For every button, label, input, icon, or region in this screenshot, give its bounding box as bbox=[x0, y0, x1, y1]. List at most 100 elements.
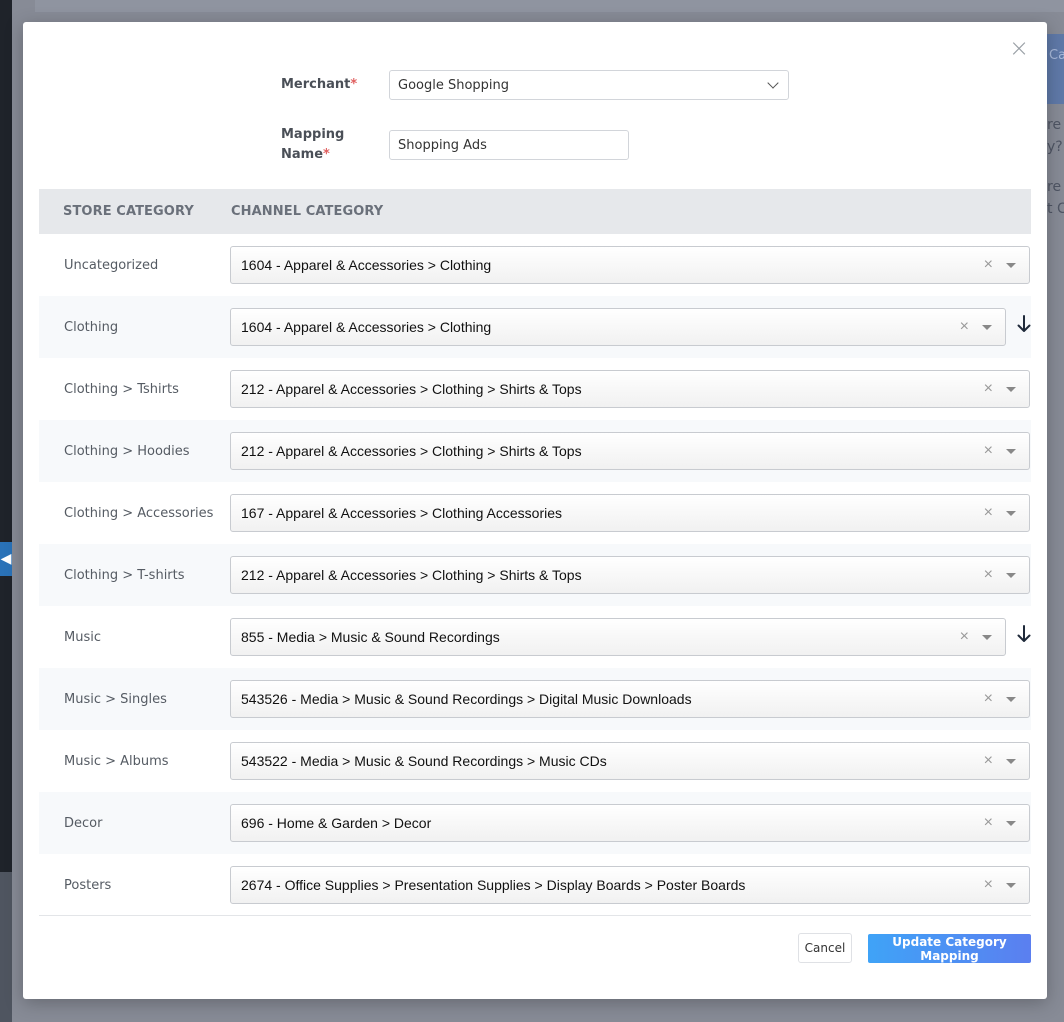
channel-category-select[interactable]: 543522 - Media > Music & Sound Recording… bbox=[230, 742, 1030, 780]
background-text: t C bbox=[1047, 201, 1064, 217]
clear-icon[interactable]: × bbox=[984, 752, 993, 770]
table-row: Clothing > T-shirts 212 - Apparel & Acces… bbox=[39, 544, 1031, 606]
clear-icon[interactable]: × bbox=[984, 814, 993, 832]
arrow-down-icon bbox=[1017, 315, 1031, 332]
caret-down-icon[interactable] bbox=[1006, 511, 1016, 516]
caret-down-icon[interactable] bbox=[1006, 883, 1016, 888]
table-row: Music 855 - Media > Music & Sound Recordi… bbox=[39, 606, 1031, 668]
channel-category-select[interactable]: 167 - Apparel & Accessories > Clothing A… bbox=[230, 494, 1030, 532]
channel-category-select[interactable]: 543526 - Media > Music & Sound Recording… bbox=[230, 680, 1030, 718]
table-row: Uncategorized 1604 - Apparel & Accessorie… bbox=[39, 234, 1031, 296]
footer-divider bbox=[39, 915, 1031, 916]
table-row: Posters 2674 - Office Supplies > Presenta… bbox=[39, 854, 1031, 916]
table-row: Music > Albums 543522 - Media > Music & S… bbox=[39, 730, 1031, 792]
store-category-cell: Clothing > Accessories bbox=[64, 505, 214, 521]
background-sidebar-lower bbox=[0, 872, 12, 1022]
channel-category-select[interactable]: 212 - Apparel & Accessories > Clothing >… bbox=[230, 432, 1030, 470]
channel-category-value: 167 - Apparel & Accessories > Clothing A… bbox=[241, 505, 563, 521]
update-category-mapping-button[interactable]: Update Category Mapping bbox=[868, 934, 1031, 963]
apply-to-children-button[interactable] bbox=[1017, 314, 1031, 334]
channel-category-select[interactable]: 1604 - Apparel & Accessories > Clothing × bbox=[230, 308, 1006, 346]
clear-icon[interactable]: × bbox=[984, 690, 993, 708]
table-row: Clothing 1604 - Apparel & Accessories > C… bbox=[39, 296, 1031, 358]
close-icon: × bbox=[1009, 34, 1030, 62]
table-row: Decor 696 - Home & Garden > Decor × bbox=[39, 792, 1031, 854]
background-topbar bbox=[35, 0, 1064, 12]
clear-icon[interactable]: × bbox=[984, 380, 993, 398]
caret-down-icon[interactable] bbox=[1006, 449, 1016, 454]
caret-down-icon[interactable] bbox=[1006, 263, 1016, 268]
channel-category-value: 212 - Apparel & Accessories > Clothing >… bbox=[241, 567, 582, 583]
channel-category-value: 212 - Apparel & Accessories > Clothing >… bbox=[241, 381, 582, 397]
channel-category-select[interactable]: 1604 - Apparel & Accessories > Clothing × bbox=[230, 246, 1030, 284]
arrow-down-icon bbox=[1017, 625, 1031, 642]
table-row: Music > Singles 543526 - Media > Music & … bbox=[39, 668, 1031, 730]
store-category-cell: Clothing bbox=[64, 319, 119, 335]
background-sidebar bbox=[0, 0, 12, 1022]
mapping-name-row: Mapping Name* bbox=[281, 125, 629, 165]
background-text: y? bbox=[1047, 139, 1063, 155]
caret-down-icon[interactable] bbox=[1006, 387, 1016, 392]
category-mapping-modal: × Merchant* Google Shopping Mapping Name… bbox=[23, 22, 1047, 999]
channel-category-value: 1604 - Apparel & Accessories > Clothing bbox=[241, 257, 492, 273]
category-mapping-table: STORE CATEGORY CHANNEL CATEGORY Uncatego… bbox=[39, 189, 1031, 916]
channel-category-value: 543526 - Media > Music & Sound Recording… bbox=[241, 691, 692, 707]
background-text: re bbox=[1047, 179, 1062, 195]
store-category-cell: Clothing > Hoodies bbox=[64, 443, 190, 459]
channel-category-value: 855 - Media > Music & Sound Recordings bbox=[241, 629, 500, 645]
clear-icon[interactable]: × bbox=[984, 876, 993, 894]
store-category-cell: Posters bbox=[64, 877, 112, 893]
store-category-cell: Decor bbox=[64, 815, 103, 831]
channel-category-header: CHANNEL CATEGORY bbox=[231, 204, 384, 219]
store-category-cell: Clothing > Tshirts bbox=[64, 381, 179, 397]
chevron-down-icon bbox=[767, 77, 779, 89]
merchant-select-value: Google Shopping bbox=[398, 77, 510, 93]
mapping-name-label-line1: Mapping bbox=[281, 127, 345, 142]
cancel-button[interactable]: Cancel bbox=[798, 933, 852, 963]
close-button[interactable]: × bbox=[1009, 36, 1029, 60]
caret-down-icon[interactable] bbox=[982, 635, 992, 640]
clear-icon[interactable]: × bbox=[960, 628, 969, 646]
channel-category-value: 1604 - Apparel & Accessories > Clothing bbox=[241, 319, 492, 335]
caret-down-icon[interactable] bbox=[1006, 573, 1016, 578]
table-row: Clothing > Accessories 167 - Apparel & Ac… bbox=[39, 482, 1031, 544]
channel-category-select[interactable]: 212 - Apparel & Accessories > Clothing >… bbox=[230, 556, 1030, 594]
merchant-select[interactable]: Google Shopping bbox=[389, 70, 789, 100]
channel-category-value: 696 - Home & Garden > Decor bbox=[241, 815, 432, 831]
caret-down-icon[interactable] bbox=[1006, 697, 1016, 702]
mapping-name-input[interactable] bbox=[389, 130, 629, 160]
table-header: STORE CATEGORY CHANNEL CATEGORY bbox=[39, 189, 1031, 234]
clear-icon[interactable]: × bbox=[960, 318, 969, 336]
channel-category-value: 2674 - Office Supplies > Presentation Su… bbox=[241, 877, 746, 893]
background-text: re ( bbox=[1047, 117, 1064, 133]
chevron-left-icon: ◀ bbox=[0, 551, 12, 567]
caret-down-icon[interactable] bbox=[982, 325, 992, 330]
channel-category-select[interactable]: 212 - Apparel & Accessories > Clothing >… bbox=[230, 370, 1030, 408]
channel-category-value: 212 - Apparel & Accessories > Clothing >… bbox=[241, 443, 582, 459]
apply-to-children-button[interactable] bbox=[1017, 624, 1031, 644]
merchant-row: Merchant* Google Shopping bbox=[281, 70, 789, 100]
clear-icon[interactable]: × bbox=[984, 442, 993, 460]
channel-category-value: 543522 - Media > Music & Sound Recording… bbox=[241, 753, 607, 769]
merchant-label-text: Merchant bbox=[281, 77, 351, 92]
background-card: Ca bbox=[1047, 34, 1064, 104]
merchant-label: Merchant* bbox=[281, 75, 389, 95]
store-category-cell: Music > Singles bbox=[64, 691, 167, 707]
clear-icon[interactable]: × bbox=[984, 256, 993, 274]
channel-category-select[interactable]: 855 - Media > Music & Sound Recordings × bbox=[230, 618, 1006, 656]
clear-icon[interactable]: × bbox=[984, 566, 993, 584]
caret-down-icon[interactable] bbox=[1006, 759, 1016, 764]
clear-icon[interactable]: × bbox=[984, 504, 993, 522]
store-category-cell: Music > Albums bbox=[64, 753, 169, 769]
store-category-cell: Uncategorized bbox=[64, 257, 159, 273]
store-category-cell: Music bbox=[64, 629, 101, 645]
mapping-name-label: Mapping Name* bbox=[281, 125, 389, 165]
caret-down-icon[interactable] bbox=[1006, 821, 1016, 826]
required-mark: * bbox=[350, 77, 358, 92]
store-category-header: STORE CATEGORY bbox=[63, 204, 194, 219]
channel-category-select[interactable]: 2674 - Office Supplies > Presentation Su… bbox=[230, 866, 1030, 904]
sidebar-toggle-button[interactable]: ◀ bbox=[0, 542, 12, 576]
channel-category-select[interactable]: 696 - Home & Garden > Decor × bbox=[230, 804, 1030, 842]
store-category-cell: Clothing > T-shirts bbox=[64, 567, 185, 583]
table-row: Clothing > Hoodies 212 - Apparel & Access… bbox=[39, 420, 1031, 482]
